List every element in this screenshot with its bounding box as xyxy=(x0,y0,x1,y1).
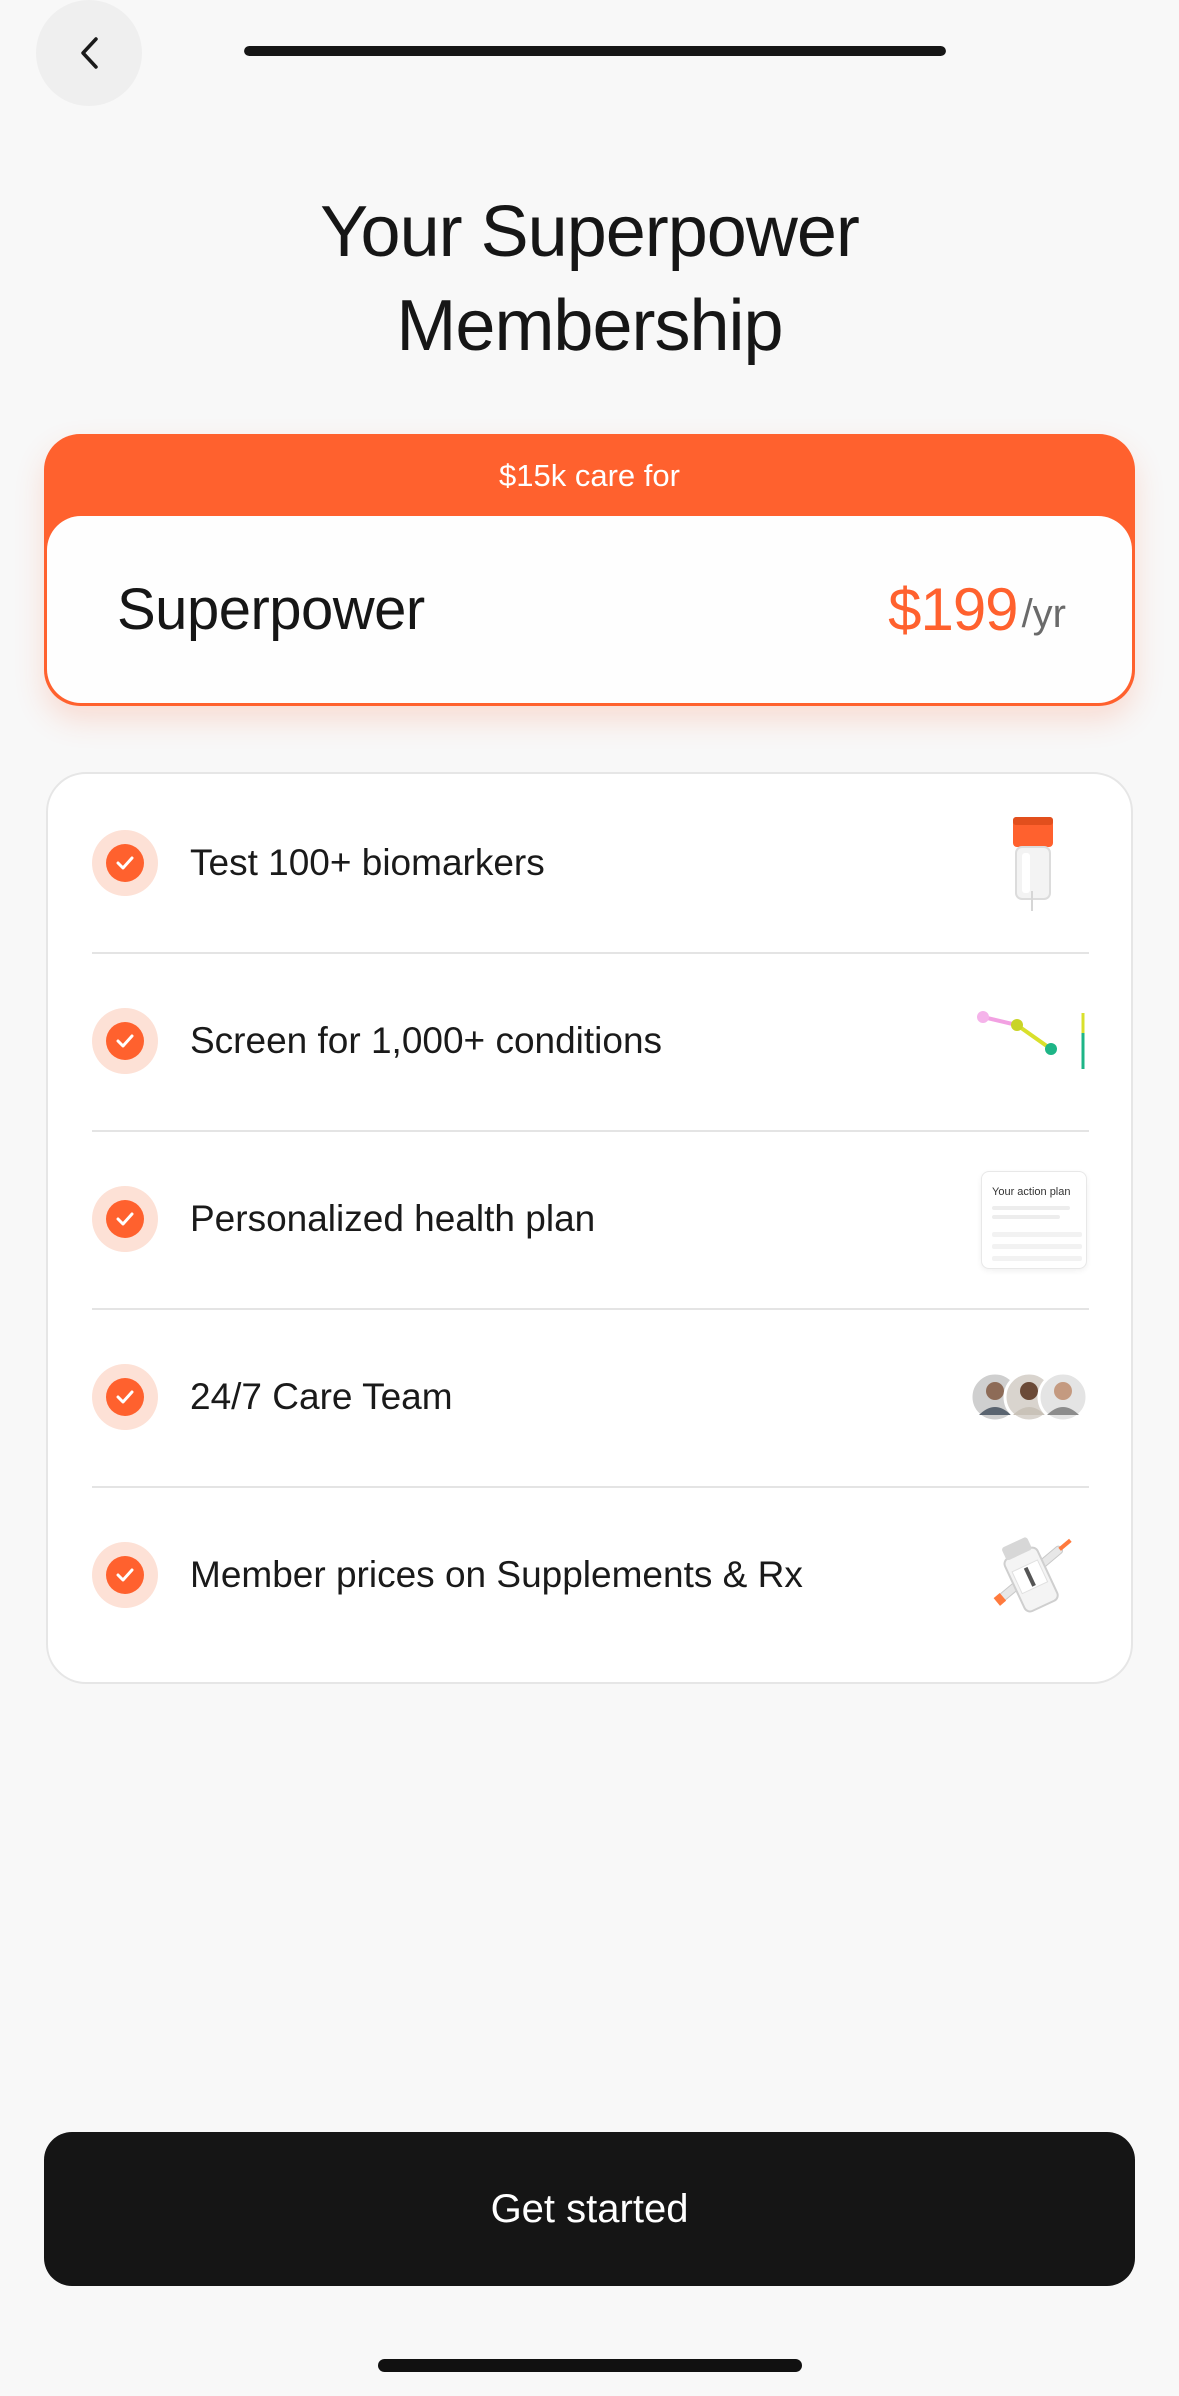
feature-label: Screen for 1,000+ conditions xyxy=(190,1020,663,1061)
chevron-left-icon xyxy=(81,37,98,69)
price-amount: $199 xyxy=(888,576,1018,643)
progress-fill xyxy=(244,46,946,56)
page-title-line-1: Your Superpower xyxy=(320,192,860,272)
action-plan-icon: Your action plan xyxy=(969,1159,1089,1279)
blood-tube-icon xyxy=(969,803,1089,923)
list-item: Test 100+ biomarkers xyxy=(92,774,1089,954)
check-icon xyxy=(92,1542,158,1608)
plan-card[interactable]: $15k care for Superpower $199 /yr xyxy=(44,434,1135,706)
vial-syringe-icon xyxy=(969,1515,1089,1635)
home-indicator xyxy=(378,2359,802,2372)
page-title: Your Superpower Membership xyxy=(0,185,1179,373)
progress-bar xyxy=(244,46,946,56)
check-icon xyxy=(92,1186,158,1252)
list-item: Personalized health plan Your action pla… xyxy=(92,1130,1089,1310)
plan-banner: $15k care for xyxy=(499,458,680,493)
plan-name: Superpower xyxy=(117,577,425,642)
feature-label: Personalized health plan xyxy=(190,1198,596,1239)
list-item: Screen for 1,000+ conditions xyxy=(92,952,1089,1132)
feature-label: Member prices on Supplements & Rx xyxy=(190,1554,803,1595)
feature-label: 24/7 Care Team xyxy=(190,1376,453,1417)
check-icon xyxy=(92,830,158,896)
feature-label: Test 100+ biomarkers xyxy=(190,842,545,883)
get-started-button[interactable]: Get started xyxy=(44,2132,1135,2286)
plan-details: Superpower $199 /yr xyxy=(47,516,1132,703)
action-plan-thumb-text: Your action plan xyxy=(992,1186,1071,1198)
check-icon xyxy=(92,1008,158,1074)
list-item: Member prices on Supplements & Rx xyxy=(92,1486,1089,1664)
plan-price: $199 /yr xyxy=(888,516,1066,703)
care-team-avatars-icon xyxy=(969,1337,1089,1457)
check-icon xyxy=(92,1364,158,1430)
features-list: Test 100+ biomarkers Screen for 1,000+ c… xyxy=(46,772,1133,1684)
back-button[interactable] xyxy=(36,0,142,106)
page-title-line-2: Membership xyxy=(396,286,783,366)
condition-graph-icon xyxy=(969,981,1089,1101)
price-period: /yr xyxy=(1021,592,1066,636)
list-item: 24/7 Care Team xyxy=(92,1308,1089,1488)
